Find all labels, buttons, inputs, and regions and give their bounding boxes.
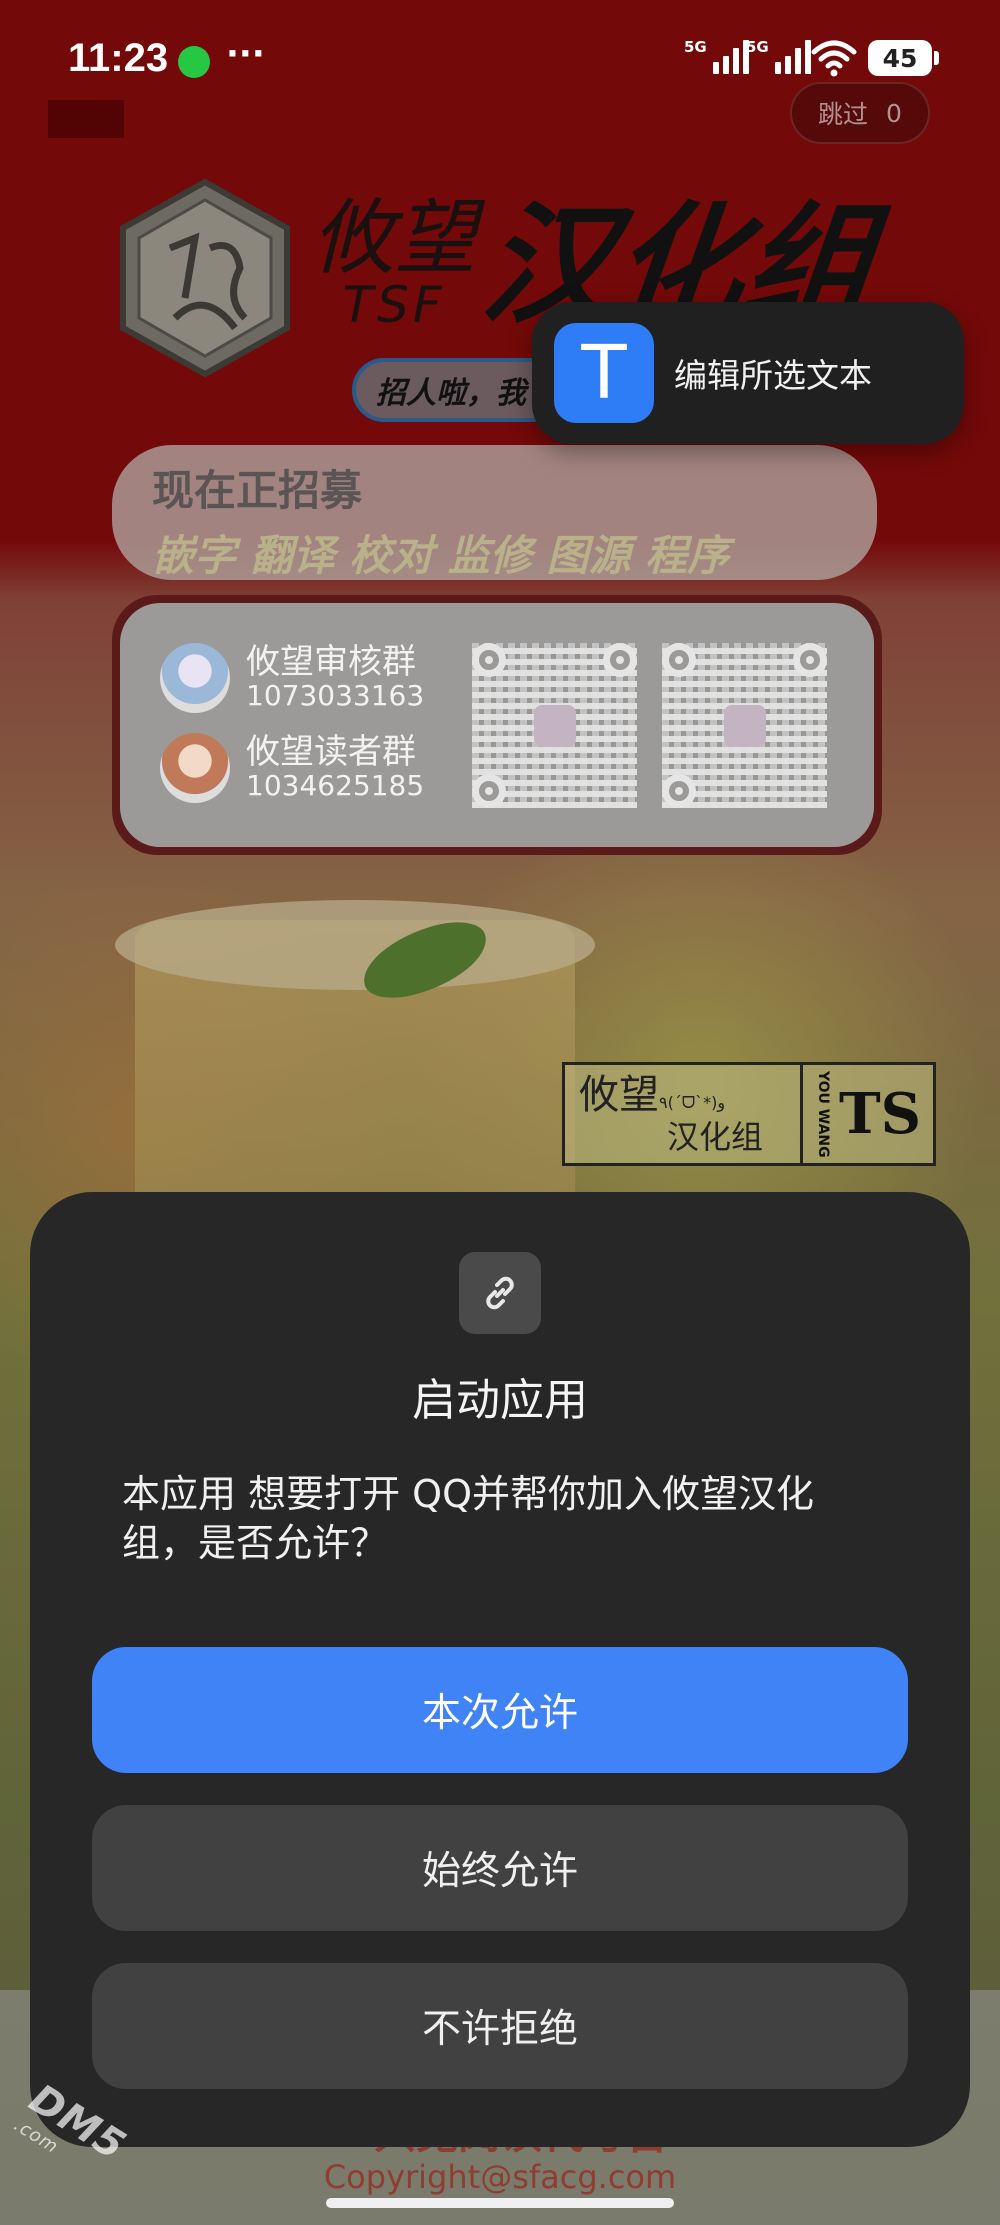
home-indicator[interactable]: [326, 2198, 674, 2208]
groups-inner: 攸望审核群 1073033163 攸望读者群 1034625185: [120, 603, 874, 847]
allow-always-button[interactable]: 始终允许: [92, 1805, 908, 1931]
qr-code-icon: [662, 643, 827, 808]
roles-list: 嵌字 翻译 校对 监修 图源 程序: [152, 531, 730, 580]
roles-card: 现在正招募 嵌字 翻译 校对 监修 图源 程序: [112, 445, 877, 580]
qr-corner: [472, 774, 506, 808]
recruit-pill: 招人啦，我: [352, 358, 562, 422]
stamp-top-name: 攸望: [579, 1072, 659, 1118]
group-row: 攸望审核群 1073033163: [160, 643, 424, 713]
group-number: 1034625185: [246, 769, 425, 803]
qr-code-icon: [472, 643, 637, 808]
group-name: 攸望审核群: [246, 641, 416, 682]
stamp-top: 攸望٩(ˊᗜˋ*)و: [579, 1075, 800, 1115]
message-notification-icon: [178, 46, 210, 78]
qr-center-avatar: [534, 705, 576, 747]
deny-button[interactable]: 不许拒绝: [92, 1963, 908, 2089]
qr-corner: [472, 643, 506, 677]
status-bar: 11:23 ··· 5G 5G 45: [0, 0, 1000, 120]
sim1-label: 5G: [684, 38, 707, 56]
groups-card: 攸望审核群 1073033163 攸望读者群 1034625185: [112, 595, 882, 855]
brand-name: 攸望: [312, 191, 476, 286]
brand-stamp: 攸望٩(ˊᗜˋ*)و 汉化组 YOU WANG TS: [562, 1062, 936, 1166]
stamp-text: 攸望٩(ˊᗜˋ*)و 汉化组: [565, 1075, 800, 1153]
status-time: 11:23: [68, 36, 169, 80]
dialog-title: 启动应用: [412, 1375, 588, 1426]
edit-text-popover[interactable]: T 编辑所选文本: [532, 302, 964, 444]
group-number: 1073033163: [246, 679, 425, 713]
stamp-mark: TS: [838, 1080, 922, 1147]
qr-corner: [662, 774, 696, 808]
qr-corner: [662, 643, 696, 677]
popover-label: 编辑所选文本: [674, 356, 872, 395]
stamp-vertical-text: YOU WANG: [814, 1070, 831, 1158]
link-icon: [459, 1252, 541, 1334]
more-notifications-icon: ···: [226, 34, 265, 74]
stamp-emoticon: ٩(ˊᗜˋ*)و: [659, 1093, 726, 1112]
group-name: 攸望读者群: [246, 731, 416, 772]
signal-sim2-icon: 5G: [746, 38, 811, 74]
avatar: [160, 733, 230, 803]
wifi-icon: [811, 40, 857, 77]
hexagon-logo-icon: [120, 178, 290, 378]
group-text: 攸望审核群 1073033163: [246, 641, 425, 713]
group-row: 攸望读者群 1034625185: [160, 733, 424, 803]
stamp-mark-area: YOU WANG TS: [803, 1071, 933, 1158]
battery-icon: 45: [868, 40, 939, 76]
allow-once-button[interactable]: 本次允许: [92, 1647, 908, 1773]
signal-sim1-icon: 5G: [684, 38, 749, 74]
qr-corner: [793, 643, 827, 677]
text-edit-icon: T: [554, 323, 654, 423]
group-text: 攸望读者群 1034625185: [246, 731, 425, 803]
roles-title: 现在正招募: [152, 466, 363, 515]
brand-left: 攸望 TSF: [312, 191, 476, 334]
qr-corner: [603, 643, 637, 677]
brand-latin: TSF: [342, 276, 446, 334]
qr-center-avatar: [724, 705, 766, 747]
dialog-message: 本应用 想要打开 QQ并帮你加入攸望汉化组，是否允许？: [122, 1472, 814, 1565]
launch-app-dialog: 启动应用 本应用 想要打开 QQ并帮你加入攸望汉化组，是否允许？ 本次允许 始终…: [30, 1192, 970, 2147]
sim2-label: 5G: [746, 38, 769, 56]
avatar: [160, 643, 230, 713]
stamp-bottom: 汉化组: [667, 1118, 764, 1156]
splash-footer-copyright: Copyright@sfacg.com: [323, 2158, 677, 2196]
